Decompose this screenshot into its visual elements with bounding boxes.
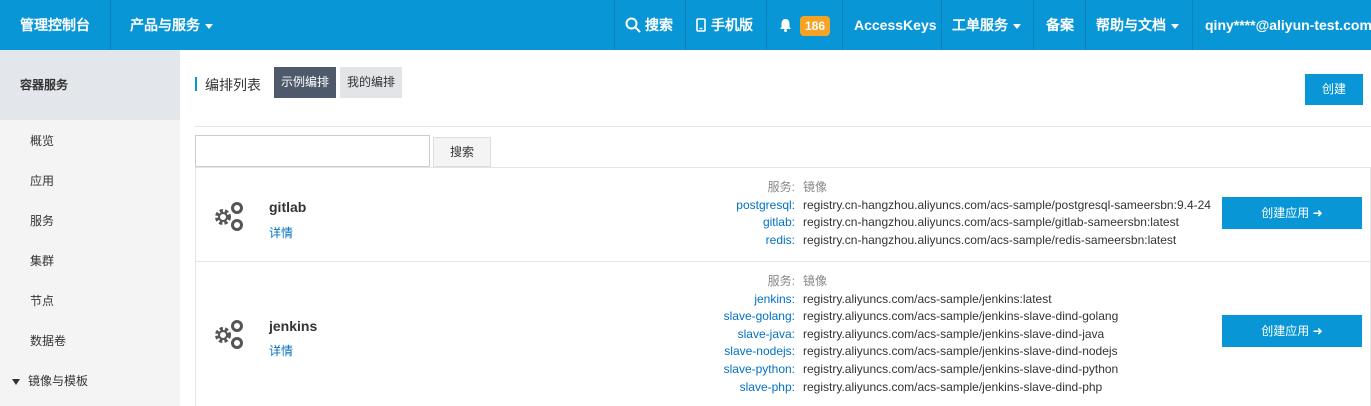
service-image: registry.aliyuncs.com/acs-sample/jenkins…	[803, 379, 1103, 394]
sidebar-group-images-templates[interactable]: 镜像与模板	[12, 372, 88, 389]
accesskeys-link[interactable]: AccessKeys	[854, 0, 937, 50]
service-image: registry.cn-hangzhou.aliyuncs.com/acs-sa…	[803, 197, 1211, 212]
service-name[interactable]: slave-python:	[595, 361, 795, 379]
service-image: registry.aliyuncs.com/acs-sample/jenkins…	[803, 344, 1118, 359]
template-name: gitlab	[269, 199, 307, 215]
sidebar-group-label: 镜像与模板	[28, 374, 89, 388]
service-name[interactable]: slave-nodejs:	[595, 343, 795, 361]
service-row: redis: registry.cn-hangzhou.aliyuncs.com/…	[595, 232, 1211, 250]
service-name[interactable]: redis:	[595, 232, 795, 250]
ticket-service-label: 工单服务	[952, 17, 1008, 33]
service-name[interactable]: gitlab:	[595, 214, 795, 232]
create-button[interactable]: 创建	[1305, 74, 1363, 105]
service-name[interactable]: slave-golang:	[595, 308, 795, 326]
divider	[110, 0, 111, 50]
service-name[interactable]: slave-php:	[595, 379, 795, 397]
service-row: gitlab: registry.cn-hangzhou.aliyuncs.com…	[595, 214, 1211, 232]
search-label: 搜索	[645, 17, 673, 33]
beian-link[interactable]: 备案	[1046, 0, 1074, 50]
notifications-link[interactable]: 186	[779, 0, 831, 50]
sidebar-item-applications[interactable]: 应用	[30, 172, 54, 189]
main-content: 编排列表 示例编排 我的编排 创建 搜索 gitlab 详情 服务: 镜像 pos…	[180, 50, 1371, 406]
bell-icon	[780, 19, 791, 32]
search-icon	[625, 17, 641, 33]
products-menu[interactable]: 产品与服务	[130, 0, 213, 50]
user-account-menu[interactable]: qiny****@aliyun-test.com	[1205, 0, 1371, 50]
service-header-value: 镜像	[803, 274, 828, 288]
divider	[195, 126, 1371, 127]
service-name[interactable]: jenkins:	[595, 291, 795, 309]
divider	[1192, 0, 1193, 50]
template-detail-link[interactable]: 详情	[269, 342, 293, 359]
mobile-label: 手机版	[711, 17, 753, 33]
create-application-button[interactable]: 创建应用 ➜	[1222, 315, 1362, 347]
service-header-key: 服务:	[767, 180, 795, 194]
triangle-down-icon	[12, 378, 20, 385]
products-label: 产品与服务	[130, 17, 200, 33]
sidebar-header[interactable]: 容器服务	[0, 50, 180, 120]
service-image: registry.aliyuncs.com/acs-sample/jenkins…	[803, 309, 1119, 324]
service-image: registry.cn-hangzhou.aliyuncs.com/acs-sa…	[803, 232, 1177, 247]
caret-down-icon	[1171, 23, 1179, 29]
service-header-row: 服务: 镜像	[595, 179, 1211, 197]
service-row: slave-php: registry.aliyuncs.com/acs-samp…	[595, 379, 1118, 397]
service-image-list: 服务: 镜像 postgresql: registry.cn-hangzhou.al…	[595, 179, 1211, 249]
service-row: jenkins: registry.aliyuncs.com/acs-sample…	[595, 291, 1118, 309]
search-button[interactable]: 搜索	[433, 137, 491, 167]
page-title: 编排列表	[205, 77, 261, 93]
sidebar: 容器服务 概览 应用 服务 集群 节点 数据卷 镜像与模板	[0, 50, 180, 406]
sidebar-item-services[interactable]: 服务	[30, 212, 54, 229]
caret-down-icon	[205, 23, 213, 29]
title-accent-bar	[195, 77, 197, 91]
service-row: slave-java: registry.aliyuncs.com/acs-sam…	[595, 326, 1118, 344]
service-name[interactable]: postgresql:	[595, 197, 795, 215]
service-header-key: 服务:	[767, 274, 795, 288]
help-docs-label: 帮助与文档	[1096, 17, 1166, 33]
divider	[1085, 0, 1086, 50]
service-image: registry.cn-hangzhou.aliyuncs.com/acs-sa…	[803, 215, 1179, 230]
template-name: jenkins	[269, 318, 318, 334]
service-row: slave-nodejs: registry.aliyuncs.com/acs-s…	[595, 343, 1118, 361]
service-header-row: 服务: 镜像	[595, 273, 1118, 291]
service-image: registry.aliyuncs.com/acs-sample/jenkins…	[803, 326, 1105, 341]
divider	[614, 0, 615, 50]
tab-my-templates[interactable]: 我的编排	[340, 67, 403, 98]
help-docs-menu[interactable]: 帮助与文档	[1096, 0, 1179, 50]
search-input[interactable]	[195, 135, 430, 167]
notification-count-badge: 186	[800, 16, 831, 37]
divider	[1033, 0, 1034, 50]
service-header-value: 镜像	[803, 180, 828, 194]
mobile-icon	[696, 18, 706, 32]
sidebar-item-volumes[interactable]: 数据卷	[30, 332, 66, 349]
console-home-link[interactable]: 管理控制台	[20, 0, 90, 50]
ticket-service-menu[interactable]: 工单服务	[952, 0, 1021, 50]
sidebar-item-overview[interactable]: 概览	[30, 132, 54, 149]
top-navbar: 管理控制台 产品与服务 搜索 手机版 186 AccessKeys 工单服务 备…	[0, 0, 1371, 50]
template-card-gitlab: gitlab 详情 服务: 镜像 postgresql: registry.cn-h…	[195, 167, 1371, 261]
divider	[766, 0, 767, 50]
sidebar-item-clusters[interactable]: 集群	[30, 252, 54, 269]
sidebar-item-nodes[interactable]: 节点	[30, 292, 54, 309]
divider	[941, 0, 942, 50]
service-image-list: 服务: 镜像 jenkins: registry.aliyuncs.com/acs-…	[595, 273, 1119, 397]
divider	[685, 0, 686, 50]
template-detail-link[interactable]: 详情	[269, 224, 293, 241]
gears-icon	[215, 320, 243, 349]
service-row: slave-python: registry.aliyuncs.com/acs-s…	[595, 361, 1119, 379]
divider	[842, 0, 843, 50]
create-application-button[interactable]: 创建应用 ➜	[1222, 197, 1362, 229]
caret-down-icon	[1013, 23, 1021, 29]
template-card-jenkins: jenkins 详情 服务: 镜像 jenkins: registry.aliyun…	[195, 261, 1371, 406]
service-row: postgresql: registry.cn-hangzhou.aliyuncs…	[595, 197, 1211, 215]
search-link[interactable]: 搜索	[625, 0, 673, 50]
service-image: registry.aliyuncs.com/acs-sample/jenkins…	[803, 291, 1052, 306]
mobile-link[interactable]: 手机版	[696, 0, 753, 50]
service-name[interactable]: slave-java:	[595, 326, 795, 344]
tab-sample-templates[interactable]: 示例编排	[274, 67, 337, 98]
service-row: slave-golang: registry.aliyuncs.com/acs-s…	[595, 308, 1119, 326]
service-image: registry.aliyuncs.com/acs-sample/jenkins…	[803, 361, 1119, 376]
gears-icon	[215, 202, 243, 231]
